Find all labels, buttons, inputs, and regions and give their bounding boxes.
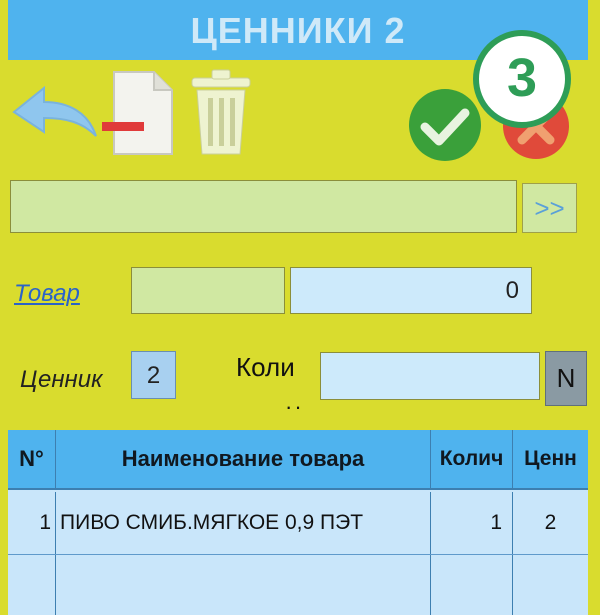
- confirm-check-icon[interactable]: [405, 85, 485, 165]
- quantity-label: Коли: [236, 352, 295, 382]
- row-quantity: 1: [431, 492, 513, 554]
- items-table: N° Наименование товара Колич Ценн 1 ПИВО…: [8, 430, 588, 615]
- row-product-name: ПИВО СМИБ.МЯГКОЕ 0,9 ПЭТ: [56, 492, 431, 554]
- step-badge: 3: [473, 30, 571, 128]
- search-go-button[interactable]: >>: [522, 183, 577, 233]
- empty-cell: [431, 555, 513, 615]
- search-input[interactable]: [10, 180, 517, 233]
- product-link[interactable]: Товар: [14, 280, 80, 308]
- quantity-input[interactable]: [320, 352, 540, 400]
- table-header: N° Наименование товара Колич Ценн: [8, 430, 588, 490]
- empty-cell: [56, 555, 431, 615]
- empty-cell: [513, 555, 588, 615]
- column-header-quantity[interactable]: Колич: [431, 430, 513, 488]
- product-amount-field[interactable]: 0: [290, 267, 532, 314]
- remove-document-icon[interactable]: [100, 68, 178, 158]
- back-arrow-icon[interactable]: [10, 80, 100, 150]
- row-number: 1: [8, 492, 56, 554]
- tag-label: Ценник: [20, 366, 103, 393]
- app-screen: ЦЕННИКИ 2 3 >> Товар 0 Ценник 2 Коли ··: [0, 0, 600, 615]
- empty-cell: [8, 555, 56, 615]
- n-button[interactable]: N: [545, 351, 587, 406]
- tag-count-field[interactable]: 2: [131, 351, 176, 399]
- column-header-number[interactable]: N°: [8, 430, 56, 488]
- column-header-name[interactable]: Наименование товара: [56, 430, 431, 488]
- column-header-tag[interactable]: Ценн: [513, 430, 588, 488]
- product-code-field[interactable]: [131, 267, 285, 314]
- row-tag: 2: [544, 511, 557, 534]
- quantity-label-dots: ··: [285, 394, 304, 419]
- trash-icon[interactable]: [190, 68, 252, 158]
